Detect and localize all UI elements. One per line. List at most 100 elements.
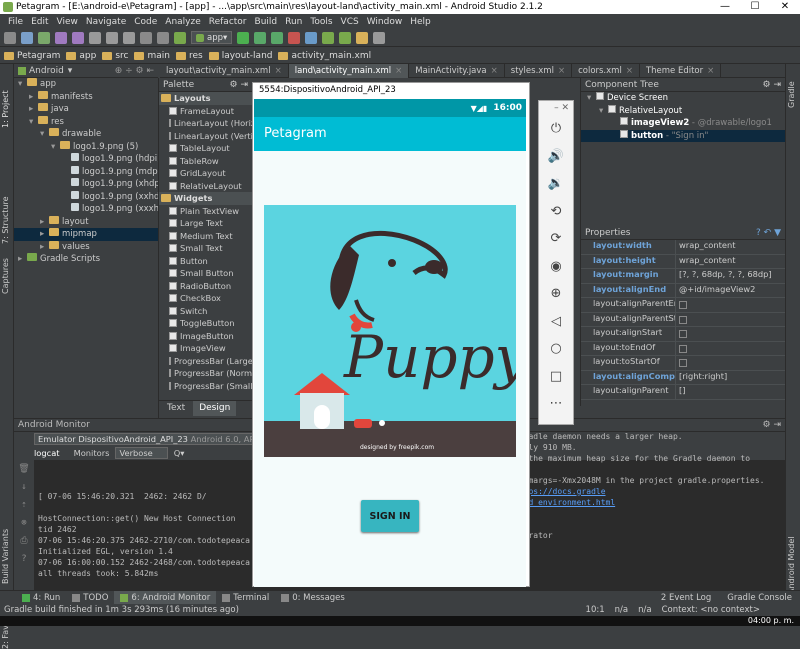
component-tree-item[interactable]: ▾ RelativeLayout <box>581 104 785 118</box>
redo-icon[interactable] <box>72 31 84 44</box>
property-value[interactable]: wrap_content <box>675 254 785 268</box>
menu-vcs[interactable]: VCS <box>341 17 359 27</box>
property-row[interactable]: layout:alignParent [] <box>581 385 785 400</box>
up-icon[interactable]: ⇡ <box>14 496 34 514</box>
menu-analyze[interactable]: Analyze <box>165 17 200 27</box>
property-row[interactable]: layout:alignStart <box>581 327 785 342</box>
rotate-right-icon[interactable]: ⟳ <box>539 225 573 253</box>
menu-code[interactable]: Code <box>134 17 157 27</box>
expand-arrow-icon[interactable]: ▸ <box>18 253 27 266</box>
log-search[interactable]: Q▾ <box>174 448 185 458</box>
menu-navigate[interactable]: Navigate <box>86 17 126 27</box>
structure-tool-tab[interactable]: 7: Structure <box>1 184 10 244</box>
project-tree-item[interactable]: ▾ res <box>14 115 158 129</box>
editor-tab[interactable]: MainActivity.java × <box>409 64 505 78</box>
palette-item[interactable]: TableRow <box>159 155 252 168</box>
project-tree-item[interactable]: logo1.9.png (hdpi) <box>14 153 160 166</box>
menu-file[interactable]: File <box>8 17 23 27</box>
breadcrumb-item[interactable]: Petagram <box>4 51 60 61</box>
close-tab-icon[interactable]: × <box>707 66 714 76</box>
palette-item[interactable]: Small Button <box>159 267 252 280</box>
project-tree-item[interactable]: ▸ Gradle Scripts <box>14 253 158 266</box>
stop-icon[interactable] <box>288 31 301 44</box>
attach-debugger-icon[interactable] <box>271 31 284 44</box>
view-dropdown-icon[interactable]: ▾ <box>68 66 73 76</box>
screenshot-icon[interactable]: ⎙ <box>14 532 34 550</box>
editor-tab[interactable]: styles.xml × <box>505 64 573 78</box>
palette-category[interactable]: Layouts <box>159 92 252 105</box>
sign-in-button[interactable]: SIGN IN <box>361 500 419 532</box>
stop-log-icon[interactable]: ⊗ <box>14 514 34 532</box>
gradle-tool-tab[interactable]: Gradle <box>787 68 796 108</box>
component-tree-item[interactable]: button - "Sign in" <box>581 129 785 142</box>
log-level-select[interactable]: Verbose <box>115 447 168 459</box>
project-tree-item[interactable]: ▸ mipmap <box>14 228 158 241</box>
bottom-tool-tab[interactable]: Terminal <box>216 591 275 605</box>
menu-help[interactable]: Help <box>410 17 431 27</box>
project-tree-item[interactable]: ▸ values <box>14 240 158 254</box>
menu-edit[interactable]: Edit <box>31 17 48 27</box>
close-tab-icon[interactable]: × <box>275 66 282 76</box>
property-row[interactable]: layout:margin [?, ?, 68dp, ?, ?, 68dp] <box>581 269 785 284</box>
expand-arrow-icon[interactable]: ▸ <box>40 241 49 254</box>
breadcrumb-item[interactable]: res <box>175 51 203 61</box>
device-select[interactable]: Emulator DispositivoAndroid_API_23 Andro… <box>34 433 281 445</box>
line-separator[interactable]: n/a <box>615 605 628 615</box>
expand-arrow-icon[interactable]: ▸ <box>40 216 49 229</box>
logcat-tab[interactable]: logcat <box>34 448 60 458</box>
breadcrumb-item[interactable]: layout-land <box>208 51 272 61</box>
monitors-tab[interactable]: Monitors <box>74 448 110 458</box>
volume-up-icon[interactable]: 🔊 <box>539 143 573 171</box>
breadcrumb-item[interactable]: app <box>66 51 96 61</box>
sdk-manager-icon[interactable] <box>322 31 335 44</box>
property-value[interactable]: [right:right] <box>675 370 785 384</box>
palette-item[interactable]: Button <box>159 255 252 268</box>
editor-tab[interactable]: colors.xml × <box>572 64 640 78</box>
property-checkbox[interactable] <box>679 315 687 324</box>
find-icon[interactable] <box>140 31 152 44</box>
property-value[interactable] <box>675 356 785 370</box>
run-config-select[interactable]: app ▾ <box>191 31 233 44</box>
gradle-line[interactable]: https://docs.gradle <box>514 487 784 498</box>
palette-item[interactable]: Switch <box>159 305 252 318</box>
palette-item[interactable]: ProgressBar (Large) <box>159 355 256 368</box>
property-value[interactable]: [] <box>675 385 785 399</box>
project-structure-icon[interactable] <box>356 31 369 44</box>
menu-view[interactable]: View <box>57 17 78 27</box>
maximize-button[interactable]: ☐ <box>740 0 770 14</box>
close-tab-icon[interactable]: × <box>626 66 633 76</box>
editor-tab[interactable]: Theme Editor × <box>640 64 722 78</box>
close-tab-icon[interactable]: × <box>491 66 498 76</box>
scroll-end-icon[interactable]: ↓ <box>14 478 34 496</box>
project-tree-item[interactable]: logo1.9.png (xhdpi) <box>14 178 165 191</box>
run-icon[interactable] <box>237 31 250 44</box>
camera-icon[interactable]: ◉ <box>539 253 573 281</box>
project-tree-item[interactable]: ▸ manifests <box>14 90 158 104</box>
expand-arrow-icon[interactable]: ▾ <box>40 128 49 141</box>
component-tree-item[interactable]: ▾ Device Screen <box>581 92 785 105</box>
menu-tools[interactable]: Tools <box>310 17 332 27</box>
rotate-left-icon[interactable]: ⟲ <box>539 198 573 226</box>
property-value[interactable]: @+id/imageView2 <box>675 283 785 297</box>
project-tree-item[interactable]: ▾ drawable <box>14 128 158 141</box>
editor-tab[interactable]: layout\activity_main.xml × <box>160 64 289 78</box>
project-tree-item[interactable]: logo1.9.png (mdpi) <box>14 165 163 179</box>
editor-tab[interactable]: land\activity_main.xml × <box>288 64 410 78</box>
palette-item[interactable]: Large Text <box>159 217 252 230</box>
property-value[interactable] <box>675 298 785 312</box>
expand-arrow-icon[interactable]: ▾ <box>29 116 38 129</box>
property-value[interactable]: wrap_content <box>675 240 785 254</box>
palette-item[interactable]: ToggleButton <box>159 317 252 330</box>
palette-item[interactable]: RelativeLayout <box>159 180 252 193</box>
save-icon[interactable] <box>21 31 33 44</box>
property-value[interactable]: [?, ?, 68dp, ?, ?, 68dp] <box>675 269 785 283</box>
project-view-select[interactable]: Android <box>29 66 64 76</box>
menu-window[interactable]: Window <box>367 17 403 27</box>
expand-arrow-icon[interactable]: ▸ <box>40 228 49 241</box>
expand-arrow-icon[interactable]: ▸ <box>29 91 38 104</box>
panel-settings-icon[interactable]: ⊕ ÷ ⚙ ⇤ <box>115 66 154 76</box>
android-monitor-icon[interactable] <box>339 31 352 44</box>
palette-item[interactable]: ProgressBar (Normal) <box>159 367 263 380</box>
captures-tool-tab[interactable]: Captures <box>1 244 10 294</box>
project-tool-tab[interactable]: 1: Project <box>1 68 10 128</box>
